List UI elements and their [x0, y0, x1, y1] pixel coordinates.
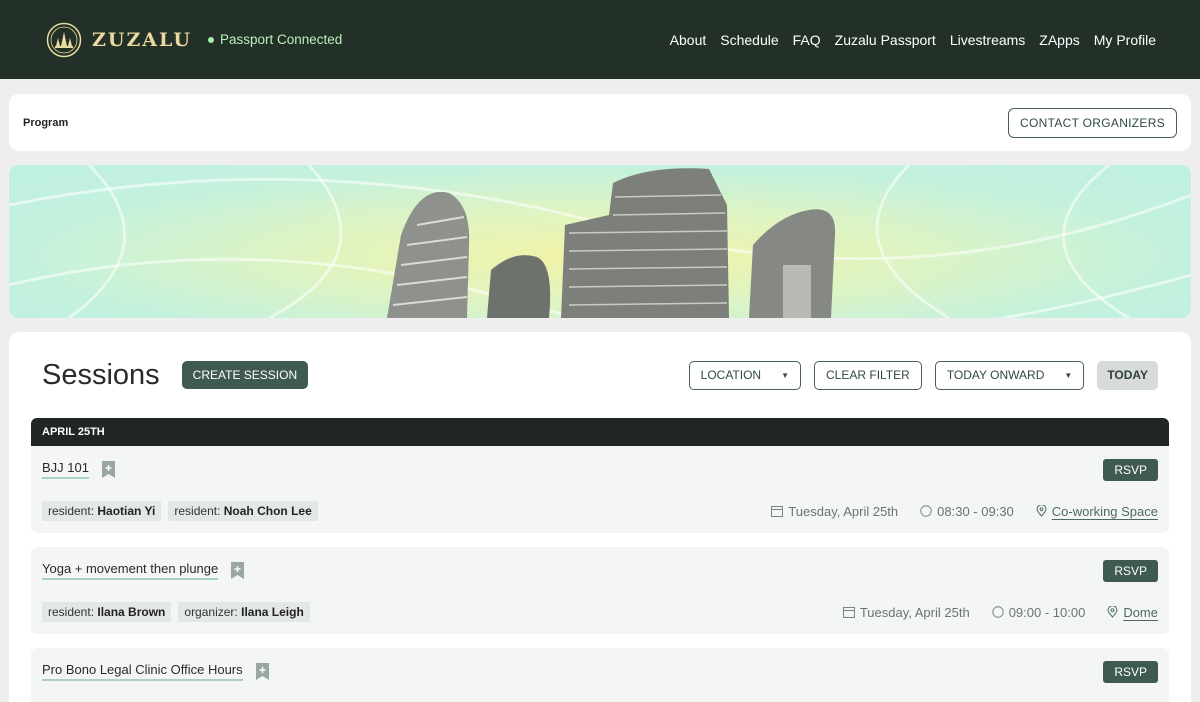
host-role: resident:: [174, 504, 221, 518]
chevron-down-icon: ▼: [1064, 370, 1073, 380]
session-location[interactable]: Co-working Space: [1036, 504, 1158, 519]
rsvp-button[interactable]: RSVP: [1103, 660, 1158, 683]
host-role: resident:: [48, 504, 95, 518]
session-location-link[interactable]: Co-working Space: [1052, 504, 1158, 519]
nav-livestreams[interactable]: Livestreams: [950, 32, 1025, 48]
status-dot-icon: [207, 36, 214, 43]
location-select[interactable]: LOCATION ▼: [688, 360, 802, 390]
date-range-label: TODAY ONWARD: [946, 368, 1045, 382]
session-title[interactable]: BJJ 101: [42, 460, 89, 479]
session-date: Tuesday, April 25th: [842, 604, 970, 620]
day-header: APRIL 25TH: [31, 418, 1169, 446]
date-range-select[interactable]: TODAY ONWARD ▼: [934, 360, 1085, 390]
brand-name: ZUZALU: [92, 28, 192, 51]
session-filters: LOCATION ▼ CLEAR FILTER TODAY ONWARD ▼ T…: [688, 360, 1158, 390]
host-tag: organizer: Ilana Leigh: [178, 602, 310, 622]
bookmark-add-icon[interactable]: [231, 562, 245, 579]
brand[interactable]: ZUZALU: [46, 22, 192, 58]
session-location-link[interactable]: Dome: [1123, 605, 1158, 620]
session-card-bottom: resident: Ilana Brown organizer: Ilana L…: [42, 592, 1158, 632]
sessions-title: Sessions: [42, 358, 160, 391]
session-time-text: 08:30 - 09:30: [937, 503, 1014, 519]
nav-my-profile[interactable]: My Profile: [1094, 32, 1156, 48]
session-time: 08:30 - 09:30: [920, 504, 1014, 519]
session-title[interactable]: Pro Bono Legal Clinic Office Hours: [42, 662, 243, 681]
host-name: Noah Chon Lee: [223, 504, 312, 518]
session-meta: Tuesday, April 25th 09:00 - 10:00 Dome: [842, 604, 1158, 620]
sessions-panel: Sessions CREATE SESSION LOCATION ▼ CLEAR…: [9, 332, 1191, 702]
nav-schedule[interactable]: Schedule: [720, 32, 778, 48]
nav-zapps[interactable]: ZApps: [1039, 32, 1079, 48]
location-pin-icon: [1107, 606, 1118, 618]
rsvp-button[interactable]: RSVP: [1103, 458, 1158, 481]
passport-status-text: Passport Connected: [219, 32, 343, 47]
session-meta: Tuesday, April 25th 08:30 - 09:30 Co-wor…: [771, 504, 1158, 519]
clock-icon: [991, 606, 1004, 618]
sessions-header: Sessions CREATE SESSION LOCATION ▼ CLEAR…: [31, 332, 1169, 418]
rsvp-button[interactable]: RSVP: [1103, 559, 1158, 582]
host-role: organizer:: [184, 605, 238, 619]
host-tag: resident: Ilana Brown: [42, 602, 172, 622]
session-date-text: Tuesday, April 25th: [859, 604, 970, 620]
bookmark-add-icon[interactable]: [255, 663, 269, 680]
host-name: Ilana Leigh: [241, 605, 304, 619]
clear-filter-button[interactable]: CLEAR FILTER: [814, 360, 922, 390]
clear-filter-label: CLEAR FILTER: [826, 368, 910, 382]
session-location[interactable]: Dome: [1107, 605, 1158, 620]
host-tag: resident: Haotian Yi: [42, 501, 162, 521]
host-tag: resident: Noah Chon Lee: [168, 501, 318, 521]
session-card-bottom: resident: Haotian Yi resident: Noah Chon…: [42, 491, 1158, 531]
session-time: 09:00 - 10:00: [991, 604, 1086, 620]
location-pin-icon: [1036, 505, 1047, 517]
top-navigation-bar: ZUZALU Passport Connected About Schedule…: [0, 0, 1200, 79]
host-name: Ilana Brown: [97, 605, 166, 619]
today-button[interactable]: TODAY: [1097, 360, 1158, 390]
zuzalu-logo-icon: [46, 22, 82, 57]
session-card-top: BJJ 101 RSVP: [42, 446, 1158, 491]
program-bar: Program CONTACT ORGANIZERS: [9, 94, 1191, 151]
session-time-text: 09:00 - 10:00: [1008, 604, 1086, 620]
session-card: BJJ 101 RSVP resident: Haotian Yi reside…: [31, 446, 1169, 533]
main-nav: About Schedule FAQ Zuzalu Passport Lives…: [670, 32, 1156, 48]
bookmark-add-icon[interactable]: [101, 461, 115, 478]
session-date-text: Tuesday, April 25th: [788, 503, 899, 519]
session-card: Yoga + movement then plunge RSVP residen…: [31, 547, 1169, 634]
passport-status: Passport Connected: [207, 32, 343, 47]
calendar-icon: [842, 607, 855, 618]
hero-banner-image: [9, 165, 1191, 318]
chevron-down-icon: ▼: [781, 370, 790, 380]
host-role: resident:: [48, 605, 95, 619]
location-select-label: LOCATION: [700, 368, 762, 382]
program-label: Program: [23, 116, 69, 129]
contact-organizers-button[interactable]: CONTACT ORGANIZERS: [1008, 107, 1177, 138]
session-card-top: Yoga + movement then plunge RSVP: [42, 547, 1158, 592]
session-date: Tuesday, April 25th: [771, 504, 898, 519]
nav-faq[interactable]: FAQ: [793, 32, 821, 48]
calendar-icon: [771, 506, 784, 517]
banner-illustration: [9, 165, 1191, 318]
host-name: Haotian Yi: [97, 504, 156, 518]
session-card: Pro Bono Legal Clinic Office Hours RSVP: [31, 648, 1169, 702]
session-card-top: Pro Bono Legal Clinic Office Hours RSVP: [42, 648, 1158, 693]
nav-about[interactable]: About: [670, 32, 707, 48]
nav-zuzalu-passport[interactable]: Zuzalu Passport: [835, 32, 936, 48]
session-title[interactable]: Yoga + movement then plunge: [42, 561, 219, 580]
clock-icon: [920, 505, 932, 517]
create-session-button[interactable]: CREATE SESSION: [181, 361, 309, 389]
